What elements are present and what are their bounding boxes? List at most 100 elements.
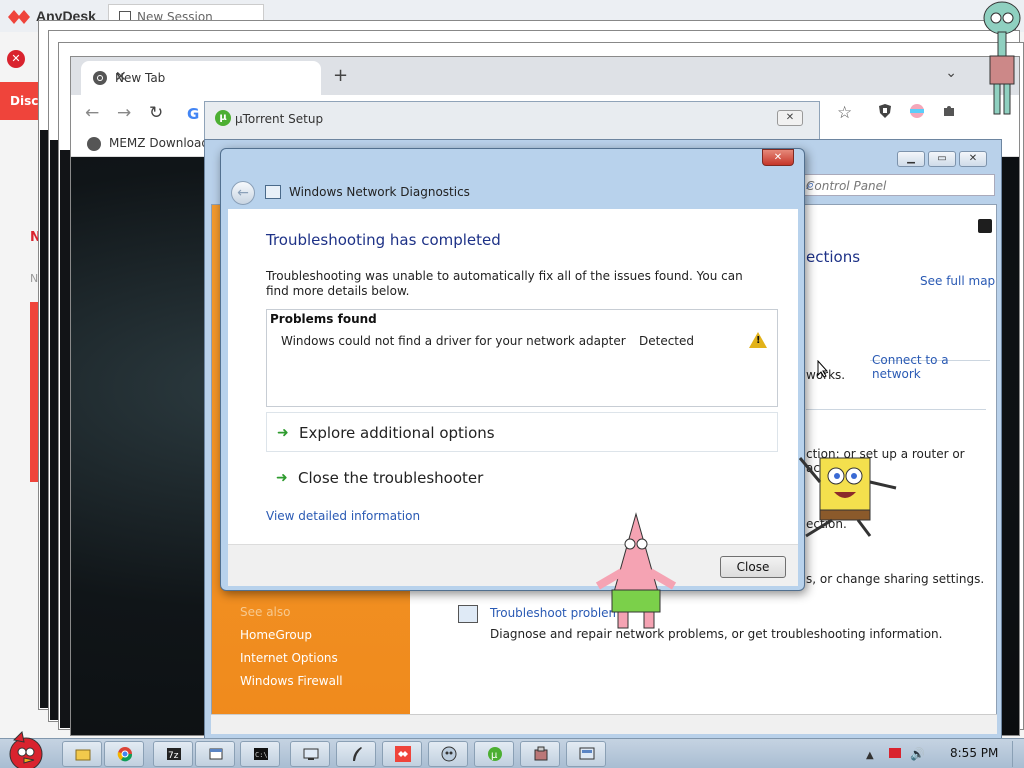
squidward-sprite-icon xyxy=(983,1,1021,115)
bookmark-memz[interactable]: MEMZ Download xyxy=(109,136,209,150)
shield-extension-icon[interactable] xyxy=(877,103,893,119)
taskbar-network-button[interactable] xyxy=(290,741,330,767)
angry-bird-sprite-icon xyxy=(9,730,43,768)
dialog-title: Windows Network Diagnostics xyxy=(289,185,470,199)
utorrent-close-button[interactable]: ✕ xyxy=(777,110,803,126)
taskbar-memz-button[interactable] xyxy=(428,741,468,767)
network-diagnostics-dialog: ✕ ← Windows Network Diagnostics Troubles… xyxy=(220,148,805,591)
taskbar-quill-button[interactable] xyxy=(336,741,376,767)
page-heading: ections xyxy=(806,248,861,266)
chrome-icon xyxy=(93,71,107,85)
taskbar-tools-button[interactable] xyxy=(520,741,560,767)
chrome-tab[interactable]: New Tab ✕ xyxy=(81,61,321,95)
utorrent-icon: µ xyxy=(215,110,231,126)
close-button[interactable]: ✕ xyxy=(959,151,987,167)
folder-icon xyxy=(75,749,91,761)
quill-icon xyxy=(353,747,362,761)
close-troubleshooter-label: Close the troubleshooter xyxy=(298,469,484,487)
spongebob-sprite-icon xyxy=(798,457,897,538)
chevron-down-icon[interactable]: ⌄ xyxy=(945,65,957,81)
memz-icon xyxy=(441,746,457,762)
troubleshoot-description: Diagnose and repair network problems, or… xyxy=(490,627,943,641)
explore-options-button[interactable]: ➜ Explore additional options xyxy=(266,412,778,452)
problem-status: Detected xyxy=(639,334,695,348)
clock[interactable]: 8:55 PM xyxy=(950,746,998,760)
7zip-icon: 7z xyxy=(167,748,181,761)
side-initial-2: N xyxy=(30,272,39,285)
tray-flag-icon[interactable] xyxy=(888,748,901,758)
divider xyxy=(806,409,986,410)
search-icon[interactable]: ⌕ xyxy=(806,178,990,193)
troubleshoot-icon xyxy=(458,605,478,623)
volume-icon[interactable]: 🔊 xyxy=(910,747,925,761)
show-desktop-button[interactable] xyxy=(1012,741,1022,767)
sidebar-item-homegroup[interactable]: HomeGroup xyxy=(240,628,312,642)
anydesk-icon xyxy=(395,746,411,762)
taskbar-chrome-button[interactable] xyxy=(104,741,144,767)
file-manager-icon xyxy=(209,748,223,760)
new-tab-icon[interactable]: + xyxy=(333,65,348,86)
dialog-footer: Close xyxy=(228,544,798,586)
star-icon[interactable]: ☆ xyxy=(837,103,852,123)
system-tray: ▲ 🔊 xyxy=(866,747,925,761)
dialog-heading: Troubleshooting has completed xyxy=(266,231,501,249)
reload-icon[interactable]: ↻ xyxy=(149,103,163,123)
maximize-button[interactable]: ▭ xyxy=(928,151,956,167)
taskbar-control-panel-button[interactable] xyxy=(566,741,606,767)
search-input[interactable]: Control Panel ⌕ xyxy=(803,174,995,196)
svg-text:µ: µ xyxy=(491,750,498,761)
control-panel-icon xyxy=(579,747,595,760)
google-icon: G xyxy=(187,105,200,123)
taskbar-7zip-button[interactable]: 7z xyxy=(153,741,193,767)
taskbar: 7z C:\ µ ▲ 🔊 8:55 PM xyxy=(0,738,1024,768)
network-icon xyxy=(303,748,319,760)
back-icon[interactable]: ← xyxy=(85,103,99,123)
status-bar xyxy=(211,714,997,734)
taskbar-anydesk-button[interactable] xyxy=(382,741,422,767)
sharing-text: s, or change sharing settings. xyxy=(806,572,985,586)
taskbar-cmd-button[interactable]: C:\ xyxy=(240,741,280,767)
close-button[interactable]: Close xyxy=(720,556,786,578)
close-icon[interactable]: ✕ xyxy=(7,50,25,68)
chrome-icon xyxy=(117,747,133,762)
tools-icon xyxy=(534,746,548,761)
command-prompt-icon: C:\ xyxy=(254,748,268,760)
tray-expand-icon[interactable]: ▲ xyxy=(866,750,874,761)
warning-icon: ! xyxy=(749,332,767,348)
tab-close-icon[interactable]: ✕ xyxy=(115,69,309,85)
patrick-sprite-icon xyxy=(596,512,676,629)
flag-extension-icon[interactable] xyxy=(909,103,925,119)
anydesk-logo-icon xyxy=(8,10,30,24)
view-detailed-info-link[interactable]: View detailed information xyxy=(266,509,420,523)
taskbar-explorer-button[interactable] xyxy=(62,741,102,767)
svg-text:7z: 7z xyxy=(168,751,179,761)
bookmark-icon xyxy=(87,137,101,151)
sidebar-item-windows-firewall[interactable]: Windows Firewall xyxy=(240,674,343,688)
window-controls: ▁ ▭ ✕ xyxy=(894,150,987,167)
network-diagnostics-icon xyxy=(265,185,281,199)
dialog-close-icon[interactable]: ✕ xyxy=(762,149,794,166)
problems-header: Problems found xyxy=(270,312,377,326)
back-icon[interactable]: ← xyxy=(231,181,255,205)
explore-options-label: Explore additional options xyxy=(299,424,495,442)
connect-to-network-link[interactable]: Connect to a network xyxy=(872,353,996,381)
mouse-cursor-icon xyxy=(817,360,829,378)
taskbar-utorrent-button[interactable]: µ xyxy=(474,741,514,767)
problem-text[interactable]: Windows could not find a driver for your… xyxy=(281,334,626,348)
arrow-right-icon: ➜ xyxy=(276,470,288,486)
disconnect-button[interactable]: Disc xyxy=(0,82,38,120)
side-accent-bar xyxy=(30,302,38,482)
problems-found-box: Problems found Windows could not find a … xyxy=(266,309,778,407)
close-troubleshooter-button[interactable]: ➜ Close the troubleshooter xyxy=(266,458,778,498)
svg-text:C:\: C:\ xyxy=(255,751,268,759)
minimize-button[interactable]: ▁ xyxy=(897,151,925,167)
taskbar-files-button[interactable] xyxy=(195,741,235,767)
see-full-map-link[interactable]: See full map xyxy=(920,274,995,288)
dialog-body: Troubleshooting has completed Troublesho… xyxy=(228,209,798,544)
puzzle-extension-icon[interactable] xyxy=(941,103,957,119)
forward-icon[interactable]: → xyxy=(117,103,131,123)
cascade-window-3-edge xyxy=(60,150,70,728)
utorrent-title: µTorrent Setup xyxy=(235,112,324,126)
sidebar-item-internet-options[interactable]: Internet Options xyxy=(240,651,338,665)
dialog-description: Troubleshooting was unable to automatica… xyxy=(266,269,743,298)
